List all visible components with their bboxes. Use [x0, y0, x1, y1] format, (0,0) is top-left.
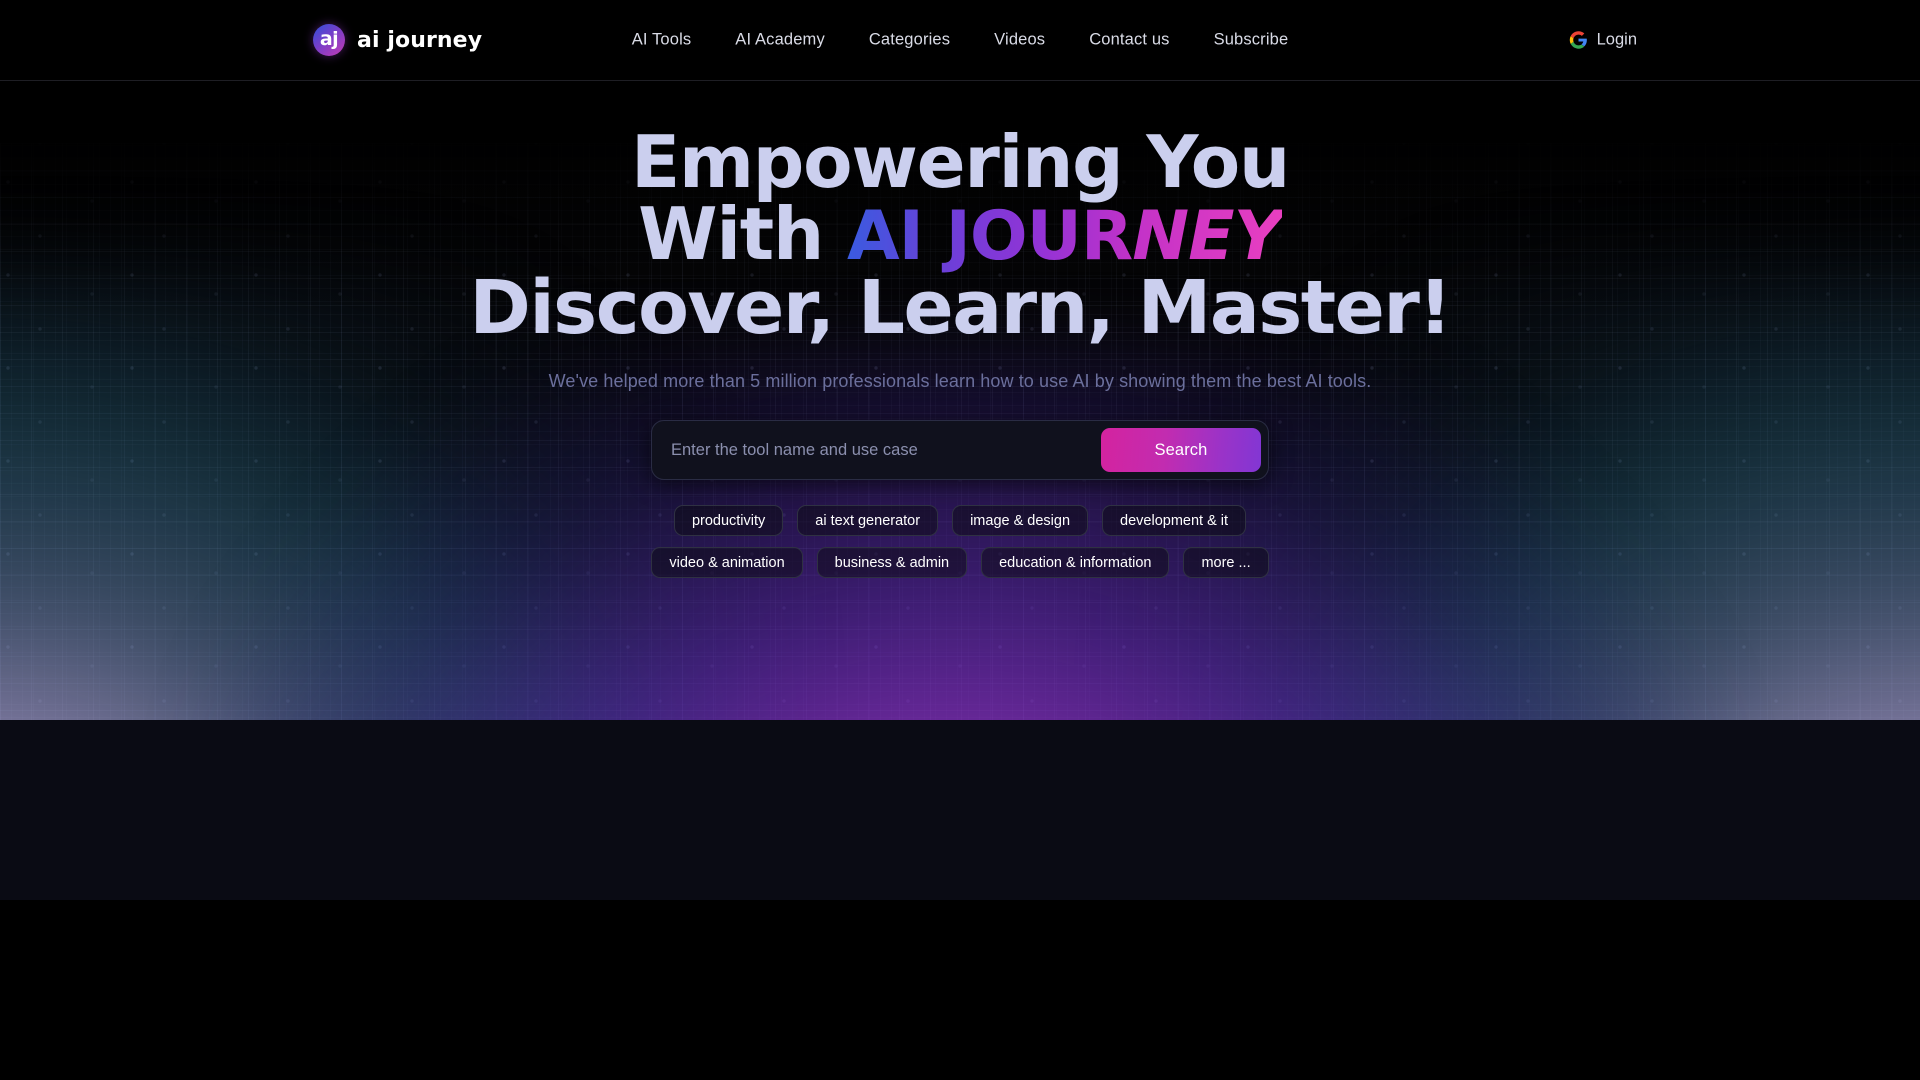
- category-chip-list: productivity ai text generator image & d…: [610, 505, 1310, 578]
- chip-ai-text-generator[interactable]: ai text generator: [797, 505, 939, 536]
- page-title: Empowering You With AI JOURNEY Discover,…: [469, 120, 1452, 351]
- brand-name: ai journey: [357, 27, 483, 53]
- chip-image-and-design[interactable]: image & design: [952, 505, 1089, 536]
- title-line-2-prefix: With: [638, 192, 824, 276]
- nav-item-contact-us[interactable]: Contact us: [1067, 25, 1191, 56]
- primary-nav: AI Tools AI Academy Categories Videos Co…: [610, 25, 1311, 56]
- nav-item-ai-tools[interactable]: AI Tools: [610, 25, 714, 56]
- hero-section: Empowering You With AI JOURNEY Discover,…: [0, 81, 1920, 900]
- google-g-icon: [1569, 31, 1587, 49]
- hero-subtitle: We've helped more than 5 million profess…: [548, 371, 1372, 391]
- search-bar: Search: [651, 420, 1269, 480]
- chip-business-and-admin[interactable]: business & admin: [816, 547, 968, 578]
- google-login-button[interactable]: Login: [1569, 31, 1637, 50]
- site-header: aj ai journey AI Tools AI Academy Catego…: [0, 0, 1920, 81]
- nav-item-ai-academy[interactable]: AI Academy: [713, 25, 847, 56]
- chip-education-and-information[interactable]: education & information: [981, 547, 1170, 578]
- title-line-2: With AI JOURNEY: [469, 198, 1450, 271]
- search-button[interactable]: Search: [1101, 428, 1261, 472]
- chip-development-and-it[interactable]: development & it: [1102, 505, 1247, 536]
- brand-mark-icon: aj: [313, 24, 345, 56]
- bottom-bar: [0, 720, 1920, 900]
- login-label: Login: [1596, 30, 1637, 49]
- chip-productivity[interactable]: productivity: [673, 505, 784, 536]
- brand-mark-glyph: aj: [319, 27, 339, 50]
- nav-item-categories[interactable]: Categories: [847, 25, 972, 56]
- chip-video-and-animation[interactable]: video & animation: [651, 547, 803, 578]
- title-line-3: Discover, Learn, Master!: [469, 265, 1452, 351]
- chip-more[interactable]: more ...: [1183, 547, 1269, 578]
- search-input[interactable]: [671, 421, 1101, 479]
- nav-item-videos[interactable]: Videos: [972, 25, 1067, 56]
- nav-item-subscribe[interactable]: Subscribe: [1192, 25, 1311, 56]
- title-line-1: Empowering You: [630, 120, 1290, 204]
- brand-logo[interactable]: aj ai journey: [313, 24, 482, 56]
